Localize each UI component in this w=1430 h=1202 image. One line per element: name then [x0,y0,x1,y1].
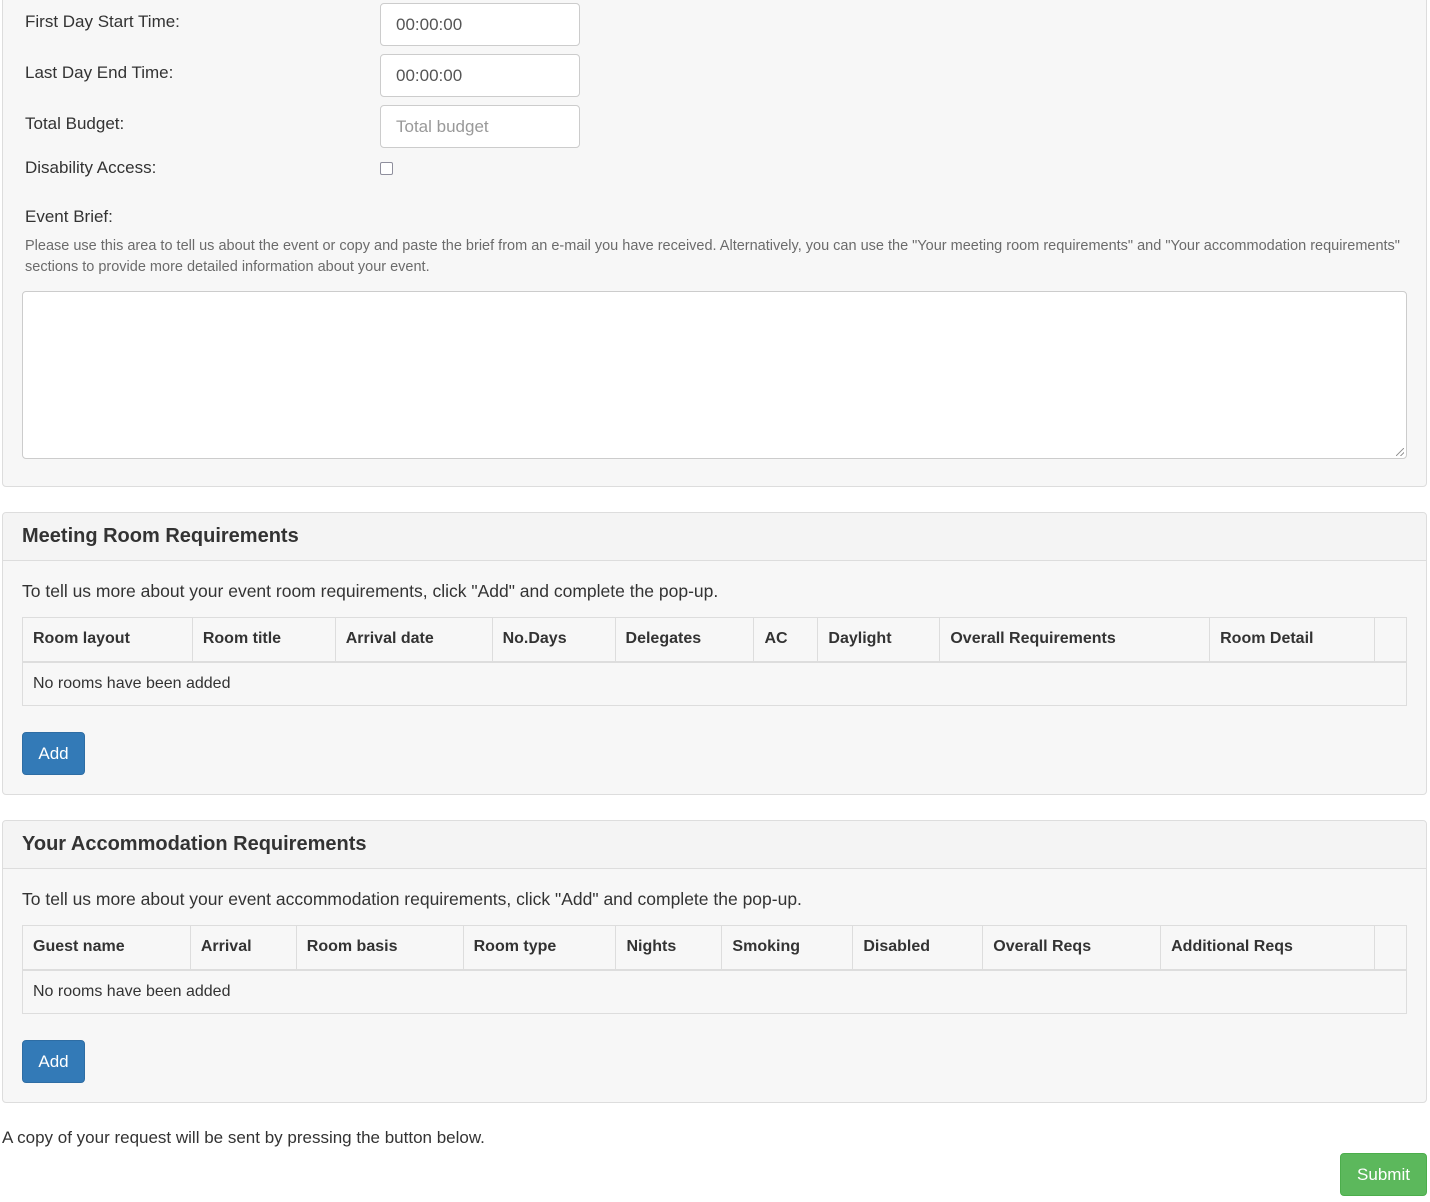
first-day-start-time-label: First Day Start Time: [25,12,180,31]
event-brief-help-text: Please use this area to tell us about th… [25,238,1400,275]
column-header: Daylight [817,617,940,663]
total-budget-input[interactable] [380,105,580,148]
column-header: AC [753,617,818,663]
column-header: Nights [615,925,722,971]
column-header: Smoking [721,925,853,971]
table-row: No rooms have been added [23,662,1407,706]
column-header [1373,617,1407,663]
event-brief-field[interactable] [22,291,1407,459]
submit-button[interactable]: Submit [1340,1153,1427,1196]
meeting-room-panel-title: Meeting Room Requirements [3,513,1426,561]
column-header: Disabled [852,925,983,971]
last-day-end-time-input[interactable] [380,54,580,97]
column-header: Room type [462,925,616,971]
column-header [1373,925,1407,971]
column-header: Delegates [614,617,754,663]
column-header: Room Detail [1209,617,1375,663]
meeting-room-panel: Meeting Room Requirements To tell us mor… [2,512,1427,795]
first-day-start-time-input[interactable] [380,3,580,46]
event-brief-textarea[interactable] [22,291,1407,459]
empty-table-message: No rooms have been added [33,674,231,692]
column-header: Additional Reqs [1160,925,1375,971]
table-header-row: Room layout Room title Arrival date No.D… [22,617,1407,663]
column-header: Arrival date [334,617,493,663]
event-brief-label: Event Brief: [25,207,113,226]
accommodation-panel: Your Accommodation Requirements To tell … [2,820,1427,1103]
column-header: No.Days [491,617,616,663]
column-header: Guest name [22,925,191,971]
meeting-room-intro: To tell us more about your event room re… [22,581,719,601]
table-header-row: Guest name Arrival Room basis Room type … [22,925,1407,971]
accommodation-panel-title: Your Accommodation Requirements [3,821,1426,869]
last-day-end-time-label: Last Day End Time: [25,63,174,82]
empty-table-message: No rooms have been added [33,982,231,1000]
column-header: Room basis [295,925,464,971]
add-accommodation-button[interactable]: Add [22,1040,85,1083]
meeting-room-table: Room layout Room title Arrival date No.D… [22,617,1407,706]
footer-note: A copy of your request will be sent by p… [2,1128,485,1147]
accommodation-intro: To tell us more about your event accommo… [22,889,802,909]
column-header: Overall Requirements [939,617,1210,663]
total-budget-label: Total Budget: [25,114,125,133]
column-header: Room layout [22,617,193,663]
disability-access-label: Disability Access: [25,158,157,177]
column-header: Arrival [189,925,297,971]
column-header: Overall Reqs [982,925,1161,971]
table-row: No rooms have been added [23,970,1407,1014]
disability-access-checkbox[interactable] [380,162,393,175]
add-meeting-room-button[interactable]: Add [22,732,85,775]
accommodation-table: Guest name Arrival Room basis Room type … [22,925,1407,1014]
column-header: Room title [191,617,336,663]
resize-grip-icon[interactable] [1396,448,1404,456]
event-details-panel: First Day Start Time: Last Day End Time:… [2,0,1427,487]
